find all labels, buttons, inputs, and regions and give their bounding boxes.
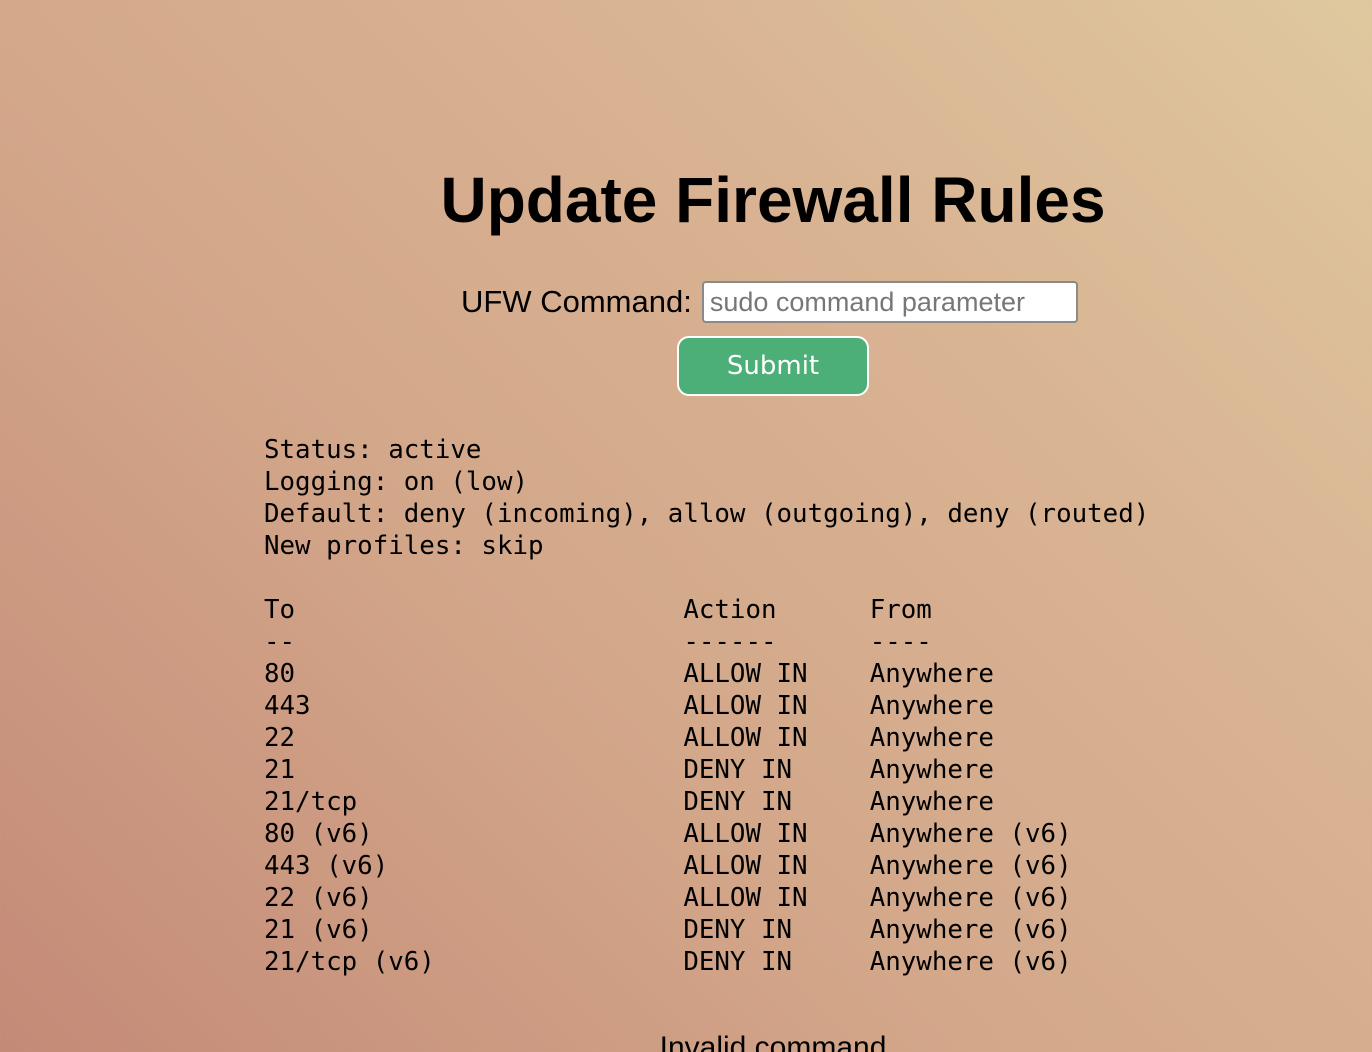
submit-button[interactable]: Submit xyxy=(677,336,869,396)
page-title: Update Firewall Rules xyxy=(440,164,1106,236)
command-input[interactable] xyxy=(701,281,1078,323)
command-form: UFW Command: xyxy=(461,280,1078,324)
ufw-status-output: Status: active Logging: on (low) Default… xyxy=(264,435,1150,977)
result-message: Invalid command xyxy=(659,1031,887,1052)
command-label: UFW Command: xyxy=(461,284,692,319)
